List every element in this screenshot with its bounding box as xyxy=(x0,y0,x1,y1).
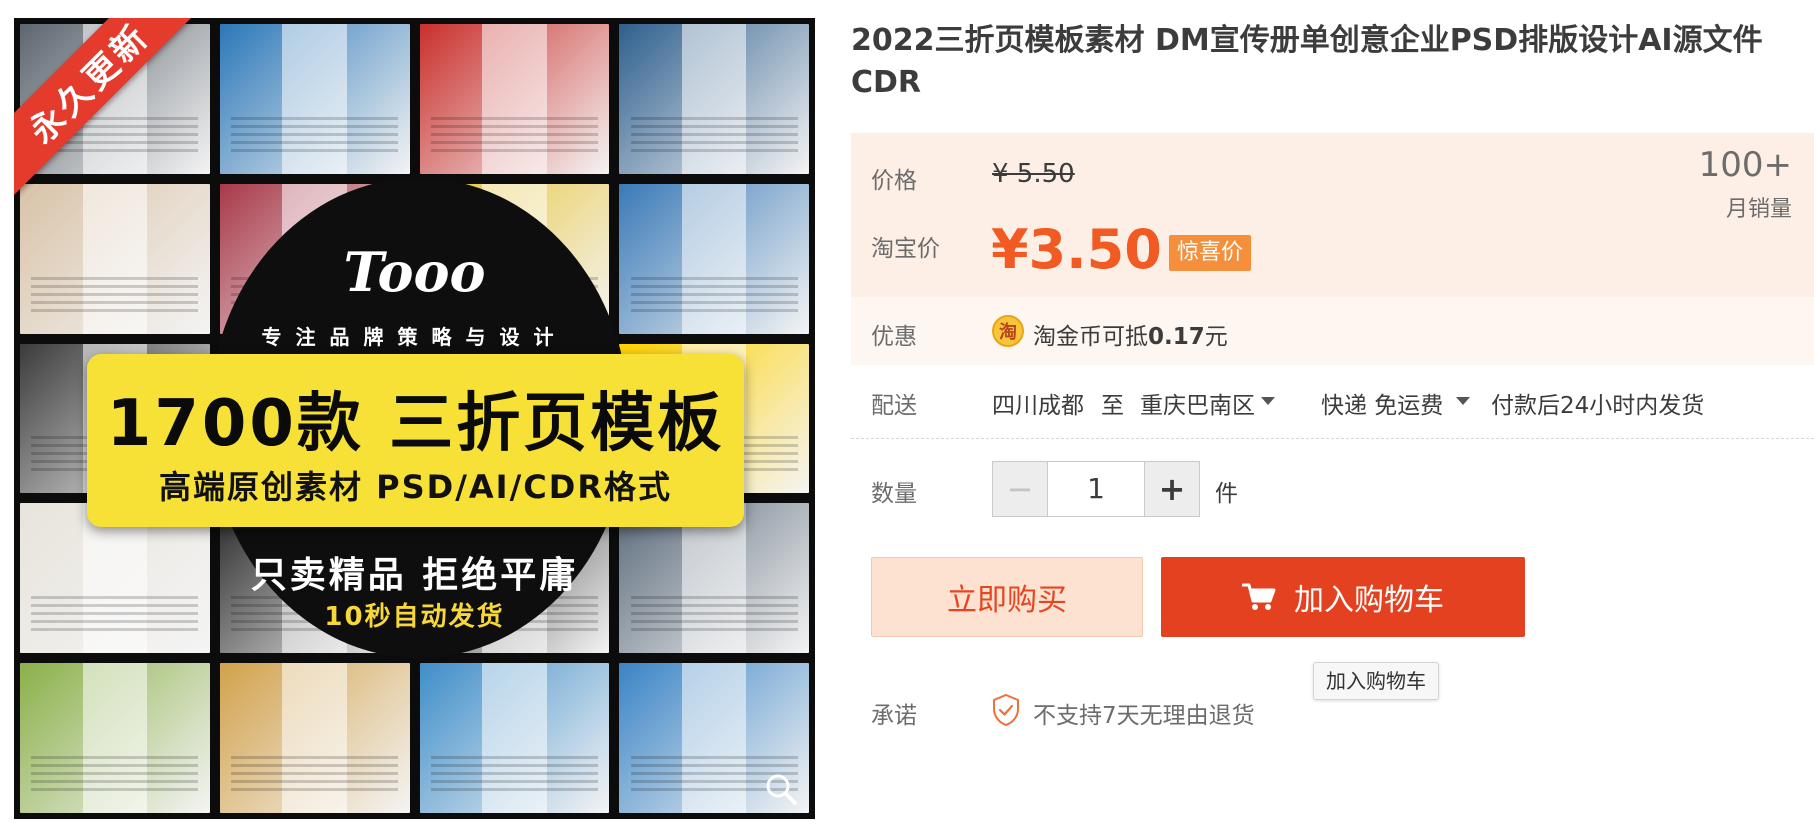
brand-logo: Tooo xyxy=(343,240,486,304)
coin-discount-prefix: 淘金币可抵 xyxy=(1033,324,1148,350)
headline-banner: 1700款 三折页模板 高端原创素材 PSD/AI/CDR格式 xyxy=(87,354,744,527)
ship-from: 四川成都 xyxy=(992,393,1084,419)
buy-now-button[interactable]: 立即购买 xyxy=(871,557,1143,637)
image-delivery-line: 10秒自动发货 xyxy=(324,602,505,632)
magnifier-icon[interactable] xyxy=(761,769,801,809)
banner-title: 1700款 三折页模板 xyxy=(106,387,725,461)
quantity-stepper: − 1 + xyxy=(992,461,1200,517)
brand-slogan: 专注品牌策略与设计 xyxy=(261,325,568,349)
chevron-down-icon[interactable] xyxy=(1456,397,1470,405)
template-thumbnail xyxy=(419,24,610,174)
banner-subtitle: 高端原创素材 PSD/AI/CDR格式 xyxy=(159,468,672,506)
product-image[interactable]: 永久更新 Tooo 专注品牌策略与设计 1700款 三折页模板 高端原创素材 P… xyxy=(14,18,815,819)
quantity-decrease-button[interactable]: − xyxy=(993,462,1048,516)
template-thumbnail xyxy=(20,663,210,813)
taobao-coin-icon: 淘 xyxy=(992,315,1024,347)
shipping-row: 配送 四川成都 至 重庆巴南区 快递 免运费 付款后24小时内发货 xyxy=(851,365,1814,439)
original-price: ¥ 5.50 xyxy=(992,159,1075,189)
product-details: 2022三折页模板素材 DM宣传册单创意企业PSD排版设计AI源文件CDR 价格… xyxy=(851,0,1814,834)
promotion-row: 优惠 淘 淘金币可抵0.17元 xyxy=(851,297,1814,365)
monthly-sales-label: 月销量 xyxy=(1725,197,1792,222)
price-label: 价格 xyxy=(871,168,917,194)
shield-icon xyxy=(993,693,1019,727)
ship-destination-select[interactable]: 重庆巴南区 xyxy=(1140,386,1255,420)
product-title: 2022三折页模板素材 DM宣传册单创意企业PSD排版设计AI源文件CDR xyxy=(851,23,1763,100)
ship-method-select[interactable]: 快递 免运费 xyxy=(1321,386,1443,420)
promise-text: 不支持7天无理由退货 xyxy=(1033,703,1255,729)
image-promo-line: 只卖精品 拒绝平庸 xyxy=(250,555,579,596)
template-thumbnail xyxy=(219,663,410,813)
chevron-down-icon[interactable] xyxy=(1261,397,1275,405)
template-thumbnail xyxy=(419,663,610,813)
price-tag-badge: 惊喜价 xyxy=(1169,235,1252,271)
add-to-cart-tooltip: 加入购物车 xyxy=(1313,662,1439,700)
price-panel: 价格 ¥ 5.50 淘宝价 ¥3.50 惊喜价 100+ 月销量 xyxy=(851,133,1814,297)
quantity-input[interactable]: 1 xyxy=(1048,462,1144,516)
template-thumbnail xyxy=(219,24,410,174)
quantity-unit: 件 xyxy=(1215,481,1238,507)
template-thumbnail xyxy=(619,24,809,174)
monthly-sales-count: 100+ xyxy=(1698,145,1792,185)
ship-time-note: 付款后24小时内发货 xyxy=(1491,393,1705,419)
add-to-cart-label: 加入购物车 xyxy=(1294,583,1444,618)
add-to-cart-button[interactable]: 加入购物车 xyxy=(1161,557,1525,637)
taobao-price-label: 淘宝价 xyxy=(871,236,940,262)
shipping-label: 配送 xyxy=(871,393,917,419)
coin-discount-amount: 0.17 xyxy=(1148,324,1205,350)
promotion-label: 优惠 xyxy=(871,324,917,350)
ship-to-word: 至 xyxy=(1101,393,1124,419)
magnifier-icon-graphic xyxy=(766,774,797,805)
cart-icon xyxy=(1242,583,1276,610)
quantity-increase-button[interactable]: + xyxy=(1144,462,1199,516)
quantity-label: 数量 xyxy=(871,481,917,507)
current-price: ¥3.50 xyxy=(991,218,1162,281)
promise-label: 承诺 xyxy=(871,703,917,729)
coin-discount-text: 淘金币可抵0.17元 xyxy=(1033,317,1228,351)
coin-discount-unit: 元 xyxy=(1204,324,1228,350)
